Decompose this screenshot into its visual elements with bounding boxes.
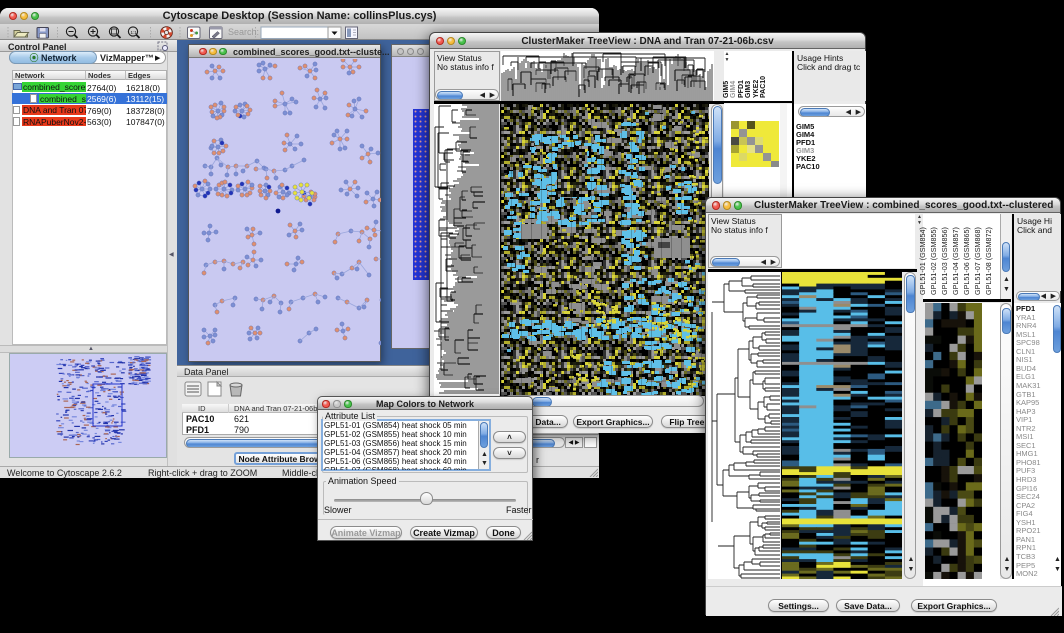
svg-text:Search:: Search: (228, 27, 259, 37)
svg-text:1:1: 1:1 (131, 30, 138, 35)
